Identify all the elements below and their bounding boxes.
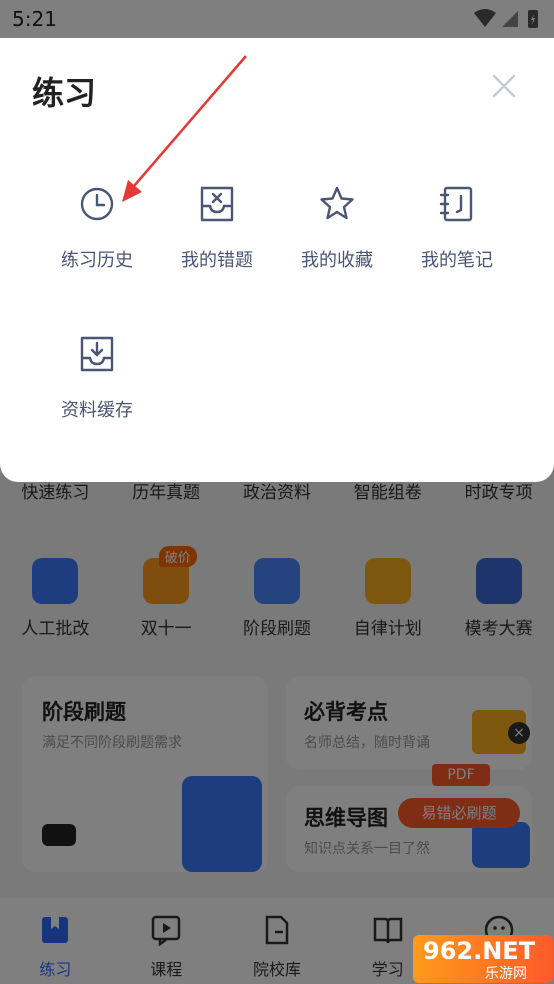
- star-icon: [320, 186, 354, 220]
- notebook-icon: [439, 186, 473, 222]
- watermark-logo: 962.NET 乐游网: [413, 935, 553, 983]
- menu-notes[interactable]: 我的笔记: [397, 184, 517, 272]
- panel-title: 练习: [32, 74, 97, 112]
- error-tray-icon: [200, 186, 234, 222]
- close-icon[interactable]: [490, 72, 518, 100]
- menu-material-cache[interactable]: 资料缓存: [37, 334, 157, 422]
- menu-wrong-questions[interactable]: 我的错题: [157, 184, 277, 272]
- menu-practice-history[interactable]: 练习历史: [37, 184, 157, 272]
- download-tray-icon: [80, 336, 114, 372]
- practice-panel: 练习 练习历史 我的错题 我的收藏 我的笔记 资料缓存: [0, 38, 554, 482]
- clock-icon: [80, 187, 114, 221]
- menu-favorites[interactable]: 我的收藏: [277, 184, 397, 272]
